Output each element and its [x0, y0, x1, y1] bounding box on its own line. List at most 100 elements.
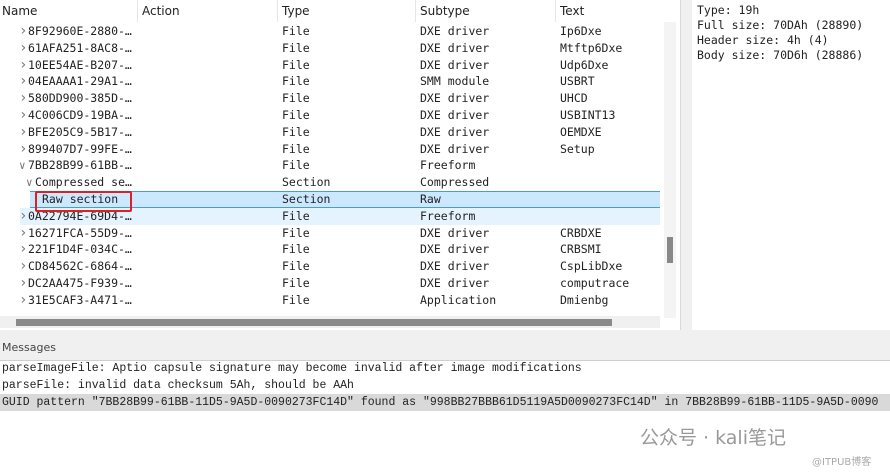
cell-text: CRBSMI [560, 242, 602, 257]
splitter[interactable] [681, 0, 692, 330]
cell-name: Compressed se… [35, 175, 132, 190]
cell-subtype: DXE driver [420, 141, 490, 156]
chevron-right-icon[interactable]: › [19, 225, 27, 242]
column-header-action[interactable]: Action [142, 4, 180, 18]
cell-subtype: Freeform [420, 208, 476, 223]
column-header-name[interactable]: Name [2, 4, 37, 18]
cell-name: 16271FCA-55D9-… [28, 225, 132, 240]
tree-row[interactable]: › 4C006CD9-19BA-… File DXE driver USBINT13 [0, 107, 660, 124]
chevron-right-icon[interactable]: › [19, 258, 27, 275]
cell-text: OEMDXE [560, 124, 602, 139]
chevron-down-icon[interactable]: ∨ [26, 174, 33, 191]
cell-subtype: SMM module [420, 74, 490, 89]
cell-name: 7BB28B99-61BB-… [28, 158, 132, 173]
tree-row[interactable]: › 04EAAAA1-29A1-… File SMM module USBRT [0, 73, 660, 90]
structure-tree[interactable]: Name Action Type Subtype Text › 8F92960E-2880… [0, 0, 681, 330]
cell-subtype: DXE driver [420, 91, 490, 106]
cell-name: 61AFA251-8AC8-… [28, 40, 132, 55]
tree-row[interactable]: › 61AFA251-8AC8-… File DXE driver Mtftp6Dxe [0, 40, 660, 57]
cell-text: Setup [560, 141, 595, 156]
tree-row[interactable]: ∨ 7BB28B99-61BB-… File Freeform [0, 157, 660, 174]
tree-row[interactable]: › CD84562C-6864-… File DXE driver CspLibDxe [0, 258, 660, 275]
cell-name: 4C006CD9-19BA-… [28, 108, 132, 122]
chevron-right-icon[interactable]: › [19, 107, 27, 124]
cell-name: 10EE54AE-B207-… [28, 57, 132, 72]
scroll-thumb[interactable] [667, 237, 673, 263]
column-divider[interactable] [415, 0, 416, 22]
cell-name: 04EAAAA1-29A1-… [28, 74, 132, 89]
watermark-source: @ITPUB博客 [812, 457, 872, 468]
cell-subtype: Raw [420, 192, 441, 206]
cell-text: USBINT13 [560, 108, 616, 122]
column-divider[interactable] [555, 0, 556, 22]
cell-name: BFE205C9-5B17-… [28, 124, 132, 139]
chevron-down-icon[interactable]: ∨ [19, 157, 26, 174]
chevron-right-icon[interactable]: › [19, 292, 27, 309]
cell-type: Section [282, 192, 331, 206]
cell-subtype: DXE driver [420, 276, 490, 290]
info-type: Type: 19h [697, 3, 760, 17]
cell-subtype: DXE driver [420, 24, 490, 38]
cell-name: DC2AA475-F939-… [28, 276, 132, 290]
tree-row[interactable]: › 31E5CAF3-A471-… File Application Dmienbg [0, 292, 660, 309]
column-header-text[interactable]: Text [560, 4, 584, 18]
chevron-right-icon[interactable]: › [19, 40, 27, 57]
cell-name: 8F92960E-2880-… [28, 24, 132, 38]
tree-row[interactable]: › 8F92960E-2880-… File DXE driver Ip6Dxe [0, 23, 660, 40]
cell-type: File [282, 124, 310, 139]
cell-subtype: Freeform [420, 158, 476, 173]
info-full-size: Full size: 70DAh (28890) [697, 18, 864, 32]
messages-title: Messages [2, 341, 56, 354]
cell-type: File [282, 158, 310, 173]
cell-type: File [282, 225, 310, 240]
tree-row[interactable]: › 10EE54AE-B207-… File DXE driver Udp6Dxe [0, 57, 660, 74]
chevron-right-icon[interactable]: › [19, 57, 27, 74]
vertical-scrollbar[interactable] [664, 22, 676, 318]
tree-row[interactable]: › 221F1D4F-034C-… File DXE driver CRBSMI [0, 241, 660, 258]
tree-row[interactable]: ∨ Compressed se… Section Compressed [0, 174, 660, 191]
watermark: 公众号 · kali笔记 [640, 427, 786, 449]
chevron-right-icon[interactable]: › [19, 73, 27, 90]
cell-type: Section [282, 175, 331, 190]
cell-type: File [282, 57, 310, 72]
message-line[interactable]: GUID pattern "7BB28B99-61BB-11D5-9A5D-00… [0, 394, 890, 411]
tree-row[interactable]: › DC2AA475-F939-… File DXE driver computrace [0, 275, 660, 292]
chevron-right-icon[interactable]: › [19, 90, 27, 107]
chevron-right-icon[interactable]: › [19, 141, 27, 158]
cell-type: File [282, 242, 310, 257]
chevron-right-icon[interactable]: › [19, 23, 27, 40]
cell-text: Ip6Dxe [560, 24, 602, 38]
cell-type: File [282, 108, 310, 122]
info-header-size: Header size: 4h (4) [697, 33, 829, 47]
cell-type: File [282, 141, 310, 156]
cell-type: File [282, 259, 310, 274]
cell-text: CspLibDxe [560, 259, 623, 274]
cell-type: File [282, 40, 310, 55]
chevron-right-icon[interactable]: › [19, 208, 27, 225]
info-body-size: Body size: 70D6h (28886) [697, 48, 864, 62]
tree-row[interactable]: › 580DD900-385D-… File DXE driver UHCD [0, 90, 660, 107]
chevron-right-icon[interactable]: › [19, 241, 27, 258]
tree-row[interactable]: › BFE205C9-5B17-… File DXE driver OEMDXE [0, 124, 660, 141]
info-panel: Type: 19h Full size: 70DAh (28890) Heade… [692, 0, 890, 330]
column-header-type[interactable]: Type [282, 4, 310, 18]
scroll-thumb[interactable] [16, 319, 612, 326]
cell-text: Dmienbg [560, 292, 609, 307]
cell-subtype: DXE driver [420, 57, 490, 72]
column-header-subtype[interactable]: Subtype [420, 4, 470, 18]
cell-text: Udp6Dxe [560, 57, 609, 72]
message-line[interactable]: parseFile: invalid data checksum 5Ah, sh… [0, 377, 890, 394]
column-divider[interactable] [137, 0, 138, 22]
horizontal-scrollbar[interactable] [0, 316, 660, 328]
cell-type: File [282, 24, 310, 38]
chevron-right-icon[interactable]: › [19, 124, 27, 141]
cell-text: UHCD [560, 91, 588, 106]
column-divider[interactable] [277, 0, 278, 22]
cell-text: CRBDXE [560, 225, 602, 240]
cell-subtype: DXE driver [420, 124, 490, 139]
tree-row[interactable]: › 16271FCA-55D9-… File DXE driver CRBDXE [0, 225, 660, 242]
chevron-right-icon[interactable]: › [19, 275, 27, 292]
cell-type: File [282, 276, 310, 290]
tree-row[interactable]: › 899407D7-99FE-… File DXE driver Setup [0, 141, 660, 158]
message-line[interactable]: parseImageFile: Aptio capsule signature … [0, 360, 890, 377]
